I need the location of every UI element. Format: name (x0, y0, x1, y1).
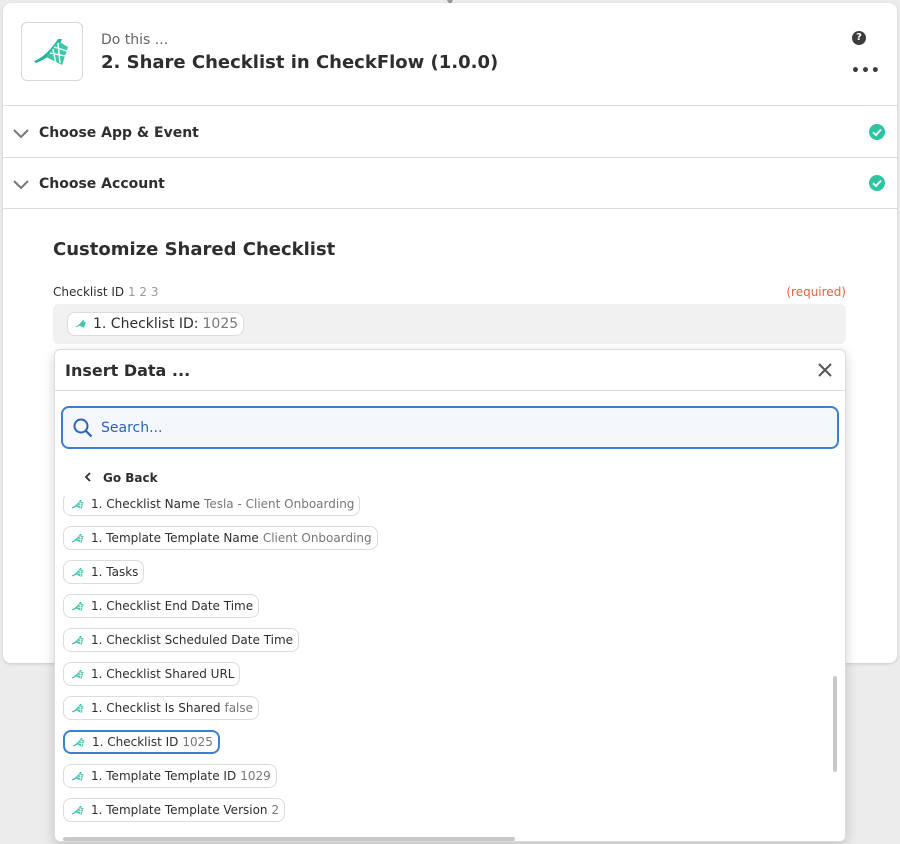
insert-data-item[interactable]: 1. Template Template ID 1029 (63, 764, 277, 788)
checkflow-logo-icon (71, 703, 84, 713)
insert-data-item[interactable]: 1. Checklist Is Shared false (63, 696, 260, 720)
checkflow-logo-icon (71, 601, 84, 611)
check-circle-icon (869, 124, 885, 144)
required-indicator: (required) (786, 285, 846, 299)
checkflow-logo-icon (71, 805, 84, 815)
insert-data-item[interactable]: 1. Template Template Version 2 (63, 798, 286, 822)
item-key: 1. Checklist Scheduled Date Time (91, 633, 294, 647)
insert-data-dropdown: Insert Data ... Go Back 1. Checklist Nam… (54, 349, 846, 842)
help-circle-icon[interactable]: ? (852, 31, 866, 45)
checklist-id-label: Checklist ID 1 2 3 (53, 285, 159, 299)
item-value: 1025 (182, 735, 213, 749)
item-key: 1. Template Template Name (91, 531, 259, 545)
insert-data-item[interactable]: 1. Tasks (63, 560, 145, 584)
step-header: Do this ... 2. Share Checklist in CheckF… (3, 3, 897, 106)
horizontal-scrollbar[interactable] (63, 837, 515, 841)
checkflow-logo-icon (71, 567, 84, 577)
item-value: Tesla - Client Onboarding (204, 497, 355, 511)
item-key: 1. Checklist End Date Time (91, 599, 254, 613)
insert-data-item[interactable]: 1. Template Template Name Client Onboardi… (63, 526, 378, 550)
checkflow-logo-icon (71, 635, 84, 645)
checkflow-logo-icon (71, 669, 84, 679)
item-value: false (224, 701, 254, 715)
checkflow-logo-icon (71, 533, 84, 543)
chevron-down-icon[interactable] (13, 175, 29, 194)
item-key: 1. Checklist Shared URL (91, 667, 235, 681)
search-icon (73, 418, 93, 442)
close-icon[interactable] (817, 362, 833, 382)
step-title: 2. Share Checklist in CheckFlow (1.0.0) (101, 52, 499, 73)
mapped-value-pill[interactable]: 1. Checklist ID: 1025 (67, 312, 245, 336)
chevron-down-icon[interactable] (13, 124, 29, 143)
checkflow-logo-icon (72, 737, 85, 747)
section-choose-account[interactable]: Choose Account (3, 158, 897, 209)
section-choose-app-event[interactable]: Choose App & Event (3, 107, 897, 158)
item-key: 1. Checklist Is Shared (91, 701, 221, 715)
checklist-id-field[interactable]: 1. Checklist ID: 1025 (53, 304, 846, 344)
item-value: 1029 (240, 769, 271, 783)
item-value: 2 (271, 803, 280, 817)
item-key: 1. Template Template ID (91, 769, 237, 783)
checkflow-logo-icon (71, 771, 84, 781)
item-key: 1. Template Template Version (91, 803, 268, 817)
search-box[interactable] (61, 406, 839, 449)
insert-data-item[interactable]: 1. Checklist End Date Time (63, 594, 260, 618)
field-step-numbers: 1 2 3 (127, 285, 159, 299)
insert-data-item[interactable]: 1. Checklist ID 1025 (63, 730, 220, 754)
customize-title: Customize Shared Checklist (53, 239, 336, 260)
step-subtitle: Do this ... (101, 32, 169, 48)
insert-data-item[interactable]: 1. Checklist Scheduled Date Time (63, 628, 300, 652)
item-key: 1. Checklist ID (92, 735, 179, 749)
insert-data-list: 1. Checklist Name Tesla - Client Onboardi… (63, 496, 823, 836)
item-value: Client Onboarding (262, 531, 372, 545)
checkflow-logo-icon (71, 499, 84, 509)
insert-data-header: Insert Data ... (55, 350, 845, 391)
more-dots-icon[interactable]: ••• (851, 64, 881, 78)
item-key: 1. Tasks (91, 565, 139, 579)
insert-data-title: Insert Data ... (65, 361, 191, 380)
checkflow-logo-icon (21, 22, 83, 81)
vertical-scrollbar[interactable] (833, 676, 837, 772)
section-label[interactable]: Choose App & Event (39, 125, 199, 141)
search-input[interactable] (101, 418, 801, 438)
insert-data-item[interactable]: 1. Checklist Name Tesla - Client Onboardi… (63, 496, 361, 516)
section-label[interactable]: Choose Account (39, 176, 165, 192)
item-key: 1. Checklist Name (91, 497, 201, 511)
checkflow-logo-icon (75, 320, 86, 328)
chevron-left-icon (84, 471, 91, 485)
go-back-button[interactable]: Go Back (84, 471, 158, 485)
check-circle-icon (869, 175, 885, 195)
insert-data-item[interactable]: 1. Checklist Shared URL (63, 662, 241, 686)
